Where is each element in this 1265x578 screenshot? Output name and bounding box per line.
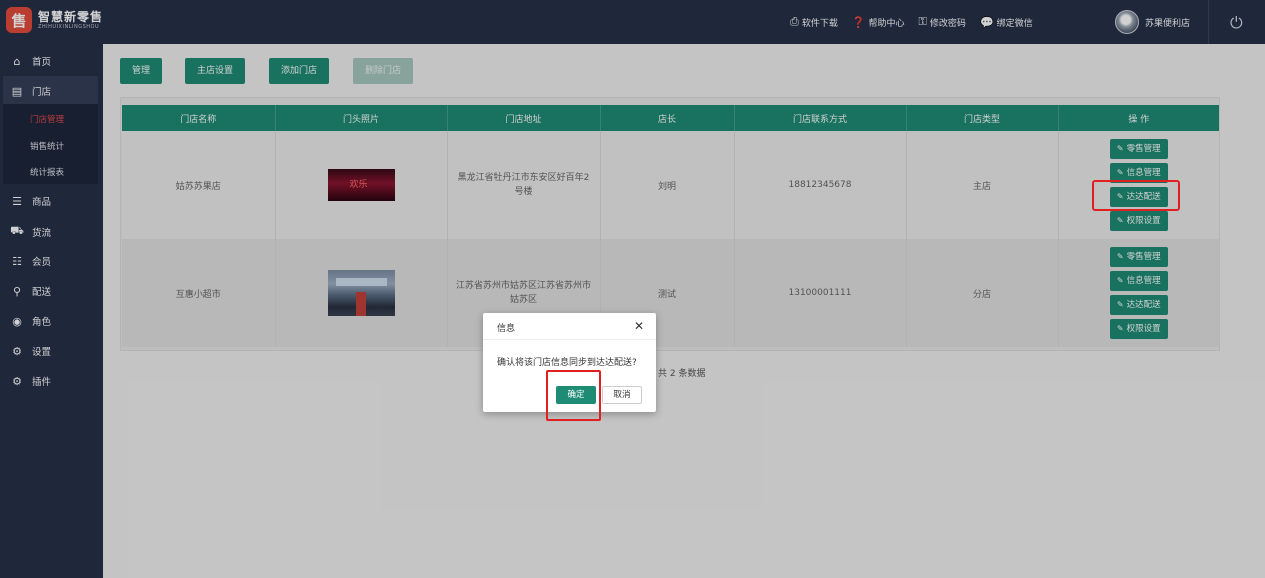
- close-icon[interactable]: ✕: [634, 319, 644, 333]
- annotation-highlight-dada-button: [1092, 180, 1180, 211]
- dialog-message: 确认将该门店信息同步到达达配送?: [497, 358, 637, 368]
- modal-overlay[interactable]: [0, 0, 1265, 578]
- cancel-button[interactable]: 取消: [602, 386, 642, 404]
- dialog-title: 信息: [497, 324, 516, 334]
- dialog-header: 信息 ✕: [483, 313, 656, 340]
- annotation-highlight-confirm-button: [546, 370, 601, 421]
